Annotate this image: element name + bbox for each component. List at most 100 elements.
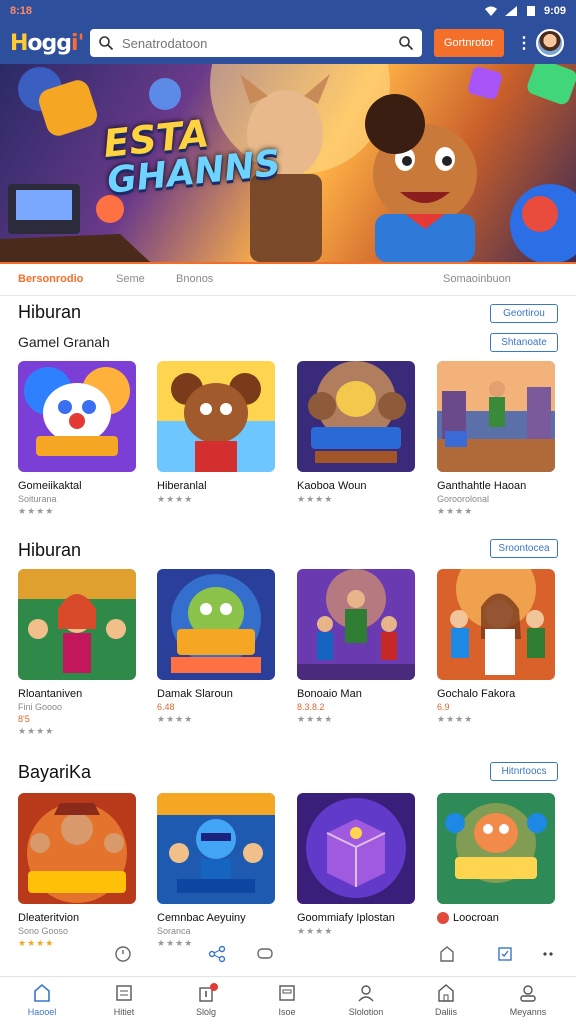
- game-thumbnail[interactable]: [437, 569, 555, 680]
- checklist-icon[interactable]: [494, 943, 516, 965]
- avatar[interactable]: [536, 29, 564, 57]
- game-rating: ★★★★: [297, 926, 334, 936]
- game-title: Hiberanlal: [157, 480, 207, 492]
- notification-badge: [210, 983, 218, 991]
- game-thumbnail[interactable]: [18, 569, 136, 680]
- nav-item-meyanns[interactable]: Meyanns: [496, 983, 560, 1017]
- search-bar[interactable]: [90, 29, 422, 57]
- category-tabs: Bersonrodio Seme Bnonos Somaoinbuon: [0, 262, 576, 296]
- game-row-2: Rloantaniven Fini Goooo 8'5 ★★★★ Damak S…: [18, 569, 558, 739]
- game-card[interactable]: Ganthahtle Haoan Goroorolonal ★★★★: [437, 361, 557, 517]
- game-card[interactable]: Gochalo Fakora 6.9 ★★★★: [437, 569, 557, 725]
- game-title: Gochalo Fakora: [437, 688, 516, 700]
- game-thumbnail[interactable]: [18, 361, 136, 472]
- game-price: 8.3.8.2: [297, 702, 325, 712]
- nav-item-home[interactable]: Haooel: [10, 983, 74, 1017]
- tab-seme[interactable]: Seme: [116, 273, 145, 285]
- game-card[interactable]: Dleateritvion Sono Gooso ★★★★: [18, 793, 138, 949]
- game-thumbnail[interactable]: [297, 793, 415, 904]
- share-icon[interactable]: [206, 943, 228, 965]
- game-thumbnail[interactable]: [297, 569, 415, 680]
- game-card[interactable]: Rloantaniven Fini Goooo 8'5 ★★★★: [18, 569, 138, 737]
- house-icon[interactable]: [436, 943, 458, 965]
- game-title: Cemnbac Aeyuiny: [157, 912, 246, 924]
- app-logo[interactable]: Hoggi': [10, 31, 84, 56]
- section-2-button-1[interactable]: Sroontocea: [490, 539, 558, 558]
- game-rating: ★★★★: [437, 506, 474, 516]
- search-input[interactable]: [122, 35, 390, 51]
- game-subtitle: Fini Goooo: [18, 702, 63, 712]
- status-time-left: 8:18: [10, 5, 33, 17]
- game-title: Bonoaio Man: [297, 688, 362, 700]
- search-icon: [99, 36, 114, 51]
- game-price: 6.48: [157, 702, 175, 712]
- game-title: Goommiafy Iplostan: [297, 912, 395, 924]
- bottom-navigation: Haooel Hitiet Slolg Isoe Slolotion Dalii…: [0, 976, 576, 1024]
- chat-icon[interactable]: [254, 943, 276, 965]
- game-price: 8'5: [18, 714, 30, 724]
- game-thumbnail[interactable]: [437, 361, 555, 472]
- game-title: Kaoboa Woun: [297, 480, 367, 492]
- game-title: Rloantaniven: [18, 688, 83, 700]
- nav-item-slolg[interactable]: Slolg: [174, 983, 238, 1017]
- game-subtitle: Soranca: [157, 926, 191, 936]
- more-icon[interactable]: [538, 943, 560, 965]
- nav-item-daliis[interactable]: Daliis: [414, 983, 478, 1017]
- status-bar: 8:18 9:09: [0, 0, 576, 22]
- game-rating: ★★★★: [297, 714, 334, 724]
- game-rating: ★★★★: [157, 714, 194, 724]
- nav-item-slolotion[interactable]: Slolotion: [334, 983, 398, 1017]
- app-bar: Hoggi' Gortnrotor ⋮: [0, 22, 576, 64]
- game-title: Dleateritvion: [18, 912, 80, 924]
- wifi-icon: [484, 6, 497, 16]
- game-thumbnail[interactable]: [157, 569, 275, 680]
- section-title-1: Hiburan: [18, 302, 82, 322]
- game-subtitle: Goroorolonal: [437, 494, 490, 504]
- game-subtitle: Sono Gooso: [18, 926, 69, 936]
- header-action-button[interactable]: Gortnrotor: [434, 29, 504, 57]
- game-card[interactable]: Kaoboa Woun ★★★★: [297, 361, 417, 505]
- game-thumbnail[interactable]: [157, 793, 275, 904]
- game-card[interactable]: Hiberanlal ★★★★: [157, 361, 277, 505]
- game-row-1: Gomeiikaktal Soiturana ★★★★ Hiberanlal ★…: [18, 361, 558, 531]
- section-1-button-1[interactable]: Geortirou: [490, 304, 558, 323]
- clock-icon[interactable]: [112, 943, 134, 965]
- quick-actions: [0, 943, 576, 967]
- game-title: Ganthahtle Haoan: [437, 480, 527, 492]
- game-thumbnail[interactable]: [157, 361, 275, 472]
- game-row-3: Dleateritvion Sono Gooso ★★★★ Cemnbac Ae…: [18, 793, 558, 963]
- account-icon: [520, 985, 536, 1002]
- signal-icon: [504, 6, 517, 16]
- game-price: 6.9: [437, 702, 450, 712]
- game-subtitle: Soiturana: [18, 494, 57, 504]
- game-card[interactable]: Gomeiikaktal Soiturana ★★★★: [18, 361, 138, 517]
- list-icon: [116, 985, 132, 1001]
- tab-bnonos[interactable]: Bnonos: [176, 273, 213, 285]
- game-rating: ★★★★: [18, 506, 55, 516]
- hero-banner[interactable]: ESTA GHANNS: [0, 64, 576, 262]
- section-title-3: BayariKa: [18, 762, 92, 782]
- nav-item-isoe[interactable]: Isoe: [255, 983, 319, 1017]
- game-title: Damak Slaroun: [157, 688, 233, 700]
- game-card[interactable]: Goommiafy Iplostan ★★★★: [297, 793, 417, 937]
- game-card[interactable]: Loocroan: [437, 793, 557, 926]
- game-card[interactable]: Damak Slaroun 6.48 ★★★★: [157, 569, 277, 725]
- game-card[interactable]: Cemnbac Aeyuiny Soranca ★★★★: [157, 793, 277, 949]
- game-rating: ★★★★: [157, 494, 194, 504]
- game-title: Loocroan: [437, 912, 557, 925]
- section-3-button-1[interactable]: Hitnrtoocs: [490, 762, 558, 781]
- search-submit-icon[interactable]: [398, 35, 414, 51]
- section-1-button-2[interactable]: Shtanoate: [490, 333, 558, 352]
- tab-bersonrodio[interactable]: Bersonrodio: [18, 273, 83, 285]
- tab-somaoinbuon[interactable]: Somaoinbuon: [443, 273, 511, 285]
- nav-item-hitiet[interactable]: Hitiet: [92, 983, 156, 1017]
- more-options-icon[interactable]: ⋮: [516, 33, 532, 53]
- book-icon: [279, 985, 295, 1001]
- game-thumbnail[interactable]: [437, 793, 555, 904]
- game-thumbnail[interactable]: [18, 793, 136, 904]
- game-card[interactable]: Bonoaio Man 8.3.8.2 ★★★★: [297, 569, 417, 725]
- section-subtitle-1: Gamel Granah: [18, 334, 110, 350]
- game-thumbnail[interactable]: [297, 361, 415, 472]
- game-rating: ★★★★: [297, 494, 334, 504]
- coin-icon: [437, 912, 449, 925]
